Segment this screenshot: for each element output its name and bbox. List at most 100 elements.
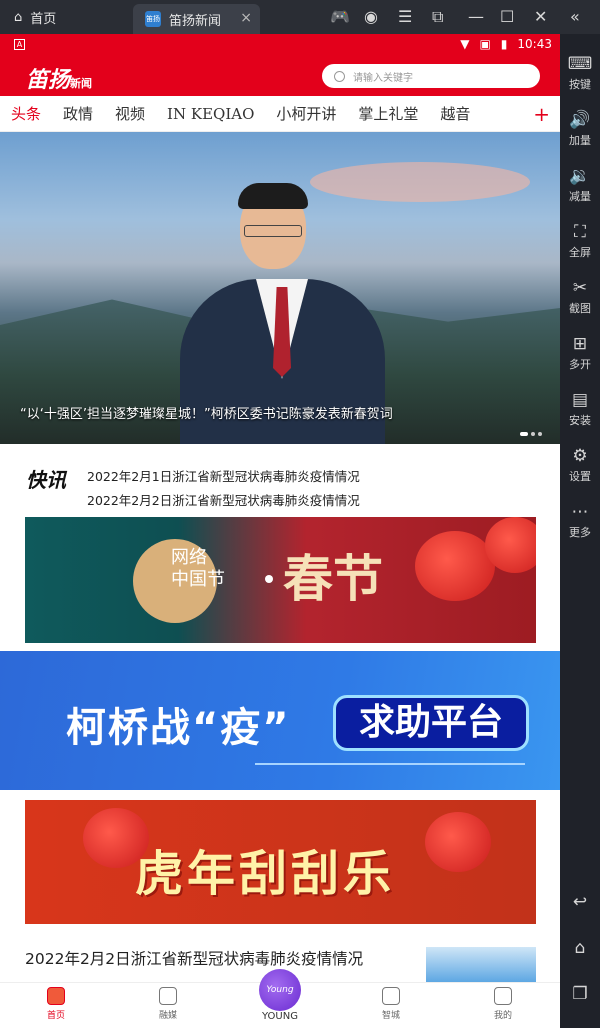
lantern-icon xyxy=(485,517,536,573)
flash-item[interactable]: 2022年2月1日浙江省新型冠状病毒肺炎疫情情况 xyxy=(87,466,360,485)
carousel-indicator xyxy=(520,432,542,436)
clock: 10:43 xyxy=(517,37,552,51)
hero-caption[interactable]: “以‘十强区’担当逐梦璀璨星城！”柯桥区委书记陈豪发表新春贺词 xyxy=(20,403,393,422)
sidebar-volume-down[interactable]: 🔉 减量 xyxy=(560,166,600,204)
flash-logo: 快讯 xyxy=(26,468,66,492)
user-icon[interactable]: ◉ xyxy=(364,7,378,26)
home-tab[interactable]: ⌂ 首页 xyxy=(14,8,56,27)
tab-headlines[interactable]: 头条 xyxy=(0,103,52,124)
channel-tabs: 头条 政情 视频 IN KEQIAO 小柯开讲 掌上礼堂 越音 + xyxy=(0,96,560,132)
tab-auditorium[interactable]: 掌上礼堂 xyxy=(347,103,429,124)
lottery-banner[interactable]: 虎年刮刮乐 xyxy=(25,800,536,924)
scissors-icon: ✂ xyxy=(572,278,588,298)
flash-news: 快讯 2022年2月1日浙江省新型冠状病毒肺炎疫情情况 2022年2月2日浙江省… xyxy=(0,444,560,516)
status-bar: A ▼ ▣ ▮ 10:43 xyxy=(0,34,560,56)
volume-down-icon: 🔉 xyxy=(569,166,591,186)
close-icon[interactable]: × xyxy=(240,10,252,26)
sidebar-install-apk[interactable]: ▤ 安装 xyxy=(560,390,600,428)
recents-icon: ❐ xyxy=(572,984,588,1004)
flash-item[interactable]: 2022年2月2日浙江省新型冠状病毒肺炎疫情情况 xyxy=(87,490,360,509)
recents-button[interactable]: ❐ xyxy=(560,984,600,1006)
app-logo-icon: 笛扬 xyxy=(145,11,161,27)
fullscreen-icon: ⛶ xyxy=(574,222,586,242)
app-header: 笛扬新闻 请输入关键字 xyxy=(0,56,560,96)
home-icon: ⌂ xyxy=(14,10,23,25)
nav-profile-label: 我的 xyxy=(493,1011,512,1021)
gamepad-icon[interactable]: 🎮 xyxy=(330,7,350,26)
add-channel-button[interactable]: + xyxy=(533,102,550,126)
tab-xiaoke[interactable]: 小柯开讲 xyxy=(265,103,347,124)
sidebar-more[interactable]: ⋯ 更多 xyxy=(560,502,600,540)
nav-young-label[interactable]: YOUNG xyxy=(250,1011,310,1022)
menu-icon[interactable]: ☰ xyxy=(398,7,412,26)
back-icon: ↩ xyxy=(572,892,588,912)
battery-icon: ▮ xyxy=(500,37,508,51)
spring-festival-banner[interactable]: 网络 中国节 春节 xyxy=(25,517,536,643)
lantern-icon xyxy=(425,812,491,872)
brand-logo: 笛扬新闻 xyxy=(26,62,92,94)
nav-profile[interactable]: 我的 xyxy=(473,987,533,1021)
profile-icon xyxy=(494,987,512,1005)
no-sim-icon: ▣ xyxy=(479,37,491,51)
epidemic-title: 柯桥战“疫” xyxy=(66,705,291,751)
back-button[interactable]: ↩ xyxy=(560,892,600,914)
sidebar-volume-up[interactable]: 🔊 加量 xyxy=(560,110,600,148)
tab-politics[interactable]: 政情 xyxy=(52,103,104,124)
minimize-icon[interactable]: — xyxy=(468,7,484,26)
lantern-icon xyxy=(415,531,495,601)
young-icon[interactable]: Young xyxy=(259,969,301,1011)
multi-instance-icon: ⊞ xyxy=(572,334,588,354)
apk-icon: ▤ xyxy=(571,390,589,410)
app-tab[interactable]: 笛扬 笛扬新闻 × xyxy=(133,4,260,34)
nav-home[interactable]: 首页 xyxy=(26,987,86,1021)
search-input[interactable]: 请输入关键字 xyxy=(322,64,540,88)
news-thumbnail[interactable] xyxy=(426,947,536,987)
sidebar-multi-instance[interactable]: ⊞ 多开 xyxy=(560,334,600,372)
nav-home-label: 首页 xyxy=(46,1011,65,1021)
hero-carousel[interactable]: “以‘十强区’担当逐梦璀璨星城！”柯桥区委书记陈豪发表新春贺词 xyxy=(0,132,560,444)
tab-video[interactable]: 视频 xyxy=(104,103,156,124)
keyboard-icon: ⌨ xyxy=(567,54,593,74)
collapse-sidebar-icon[interactable]: « xyxy=(570,7,580,26)
epidemic-help-banner[interactable]: 柯桥战“疫” 求助平台 xyxy=(0,651,560,790)
nav-media-label: 融媒 xyxy=(158,1011,177,1021)
lottery-title: 虎年刮刮乐 xyxy=(135,846,396,902)
home-label: 首页 xyxy=(30,12,57,27)
notification-icon: A xyxy=(14,39,25,50)
brand-name: 笛扬 xyxy=(26,67,71,93)
nav-media[interactable]: 融媒 xyxy=(138,987,198,1021)
emulator-sidebar: ⌨ 按键 🔊 加量 🔉 减量 ⛶ 全屏 ✂ 截图 ⊞ 多开 ▤ 安装 ⚙ 设置 ⋯ 更多 ↩ ⌂ … xyxy=(560,34,600,1028)
wifi-icon: ▼ xyxy=(460,37,470,51)
gear-icon: ⚙ xyxy=(572,446,588,466)
volume-up-icon: 🔊 xyxy=(569,110,591,130)
news-title[interactable]: 2022年2月2日浙江省新型冠状病毒肺炎疫情情况 xyxy=(25,947,363,969)
window-close-icon[interactable]: ✕ xyxy=(534,7,547,26)
maximize-icon[interactable]: ☐ xyxy=(500,7,514,26)
sidebar-screenshot[interactable]: ✂ 截图 xyxy=(560,278,600,316)
help-platform-button[interactable]: 求助平台 xyxy=(333,695,529,751)
festival-circle-text: 网络 中国节 xyxy=(171,547,225,590)
sidebar-keyboard[interactable]: ⌨ 按键 xyxy=(560,54,600,92)
home-icon: ⌂ xyxy=(574,938,586,958)
search-placeholder: 请输入关键字 xyxy=(353,72,413,84)
bottom-nav: 首页 融媒 Young YOUNG 智城 我的 xyxy=(0,969,560,1028)
home-button[interactable]: ⌂ xyxy=(560,938,600,960)
pin-icon[interactable]: ⧉ xyxy=(432,7,443,27)
media-icon xyxy=(159,987,177,1005)
tab-title: 笛扬新闻 xyxy=(169,13,222,29)
more-icon: ⋯ xyxy=(571,502,589,522)
tab-in-keqiao[interactable]: IN KEQIAO xyxy=(156,105,265,123)
nav-smart-city-label: 智城 xyxy=(381,1011,400,1021)
smart-city-icon xyxy=(382,987,400,1005)
window-titlebar: ⌂ 首页 笛扬 笛扬新闻 × 🎮 ◉ ☰ ⧉ — ☐ ✕ « xyxy=(0,0,600,34)
sidebar-fullscreen[interactable]: ⛶ 全屏 xyxy=(560,222,600,260)
festival-title: 春节 xyxy=(283,549,383,608)
nav-smart-city[interactable]: 智城 xyxy=(361,987,421,1021)
sidebar-settings[interactable]: ⚙ 设置 xyxy=(560,446,600,484)
heartbeat-line xyxy=(255,763,525,765)
tab-yueyin[interactable]: 越音 xyxy=(429,103,481,124)
news-item[interactable]: 2022年2月2日浙江省新型冠状病毒肺炎疫情情况 xyxy=(25,947,545,987)
brand-sub: 新闻 xyxy=(70,77,93,90)
news-icon xyxy=(47,987,65,1005)
search-icon xyxy=(334,70,345,82)
